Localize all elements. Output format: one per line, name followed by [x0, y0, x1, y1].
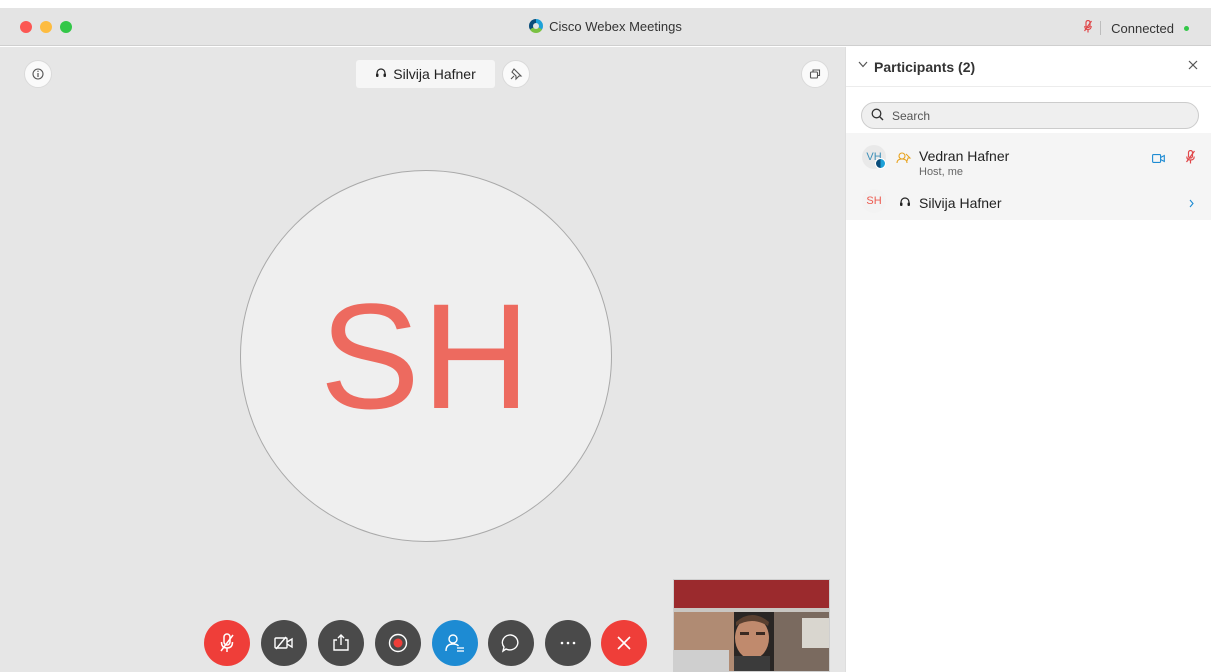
participant-name: Vedran Hafner — [919, 148, 1010, 164]
participants-panel-header: Participants (2) — [846, 47, 1211, 87]
active-speaker-name: Silvija Hafner — [393, 66, 476, 82]
leave-meeting-button[interactable] — [601, 620, 647, 666]
connection-status: Connected — [1084, 19, 1189, 36]
avatar: SH — [862, 189, 886, 213]
participant-search[interactable] — [861, 102, 1199, 129]
mute-button[interactable] — [204, 620, 250, 666]
participant-row[interactable]: SH Silvija Hafner — [846, 183, 1211, 220]
participant-initials: SH — [866, 195, 882, 207]
host-icon — [896, 152, 912, 167]
pin-icon[interactable] — [502, 60, 530, 88]
video-stage: Silvija Hafner SH — [0, 47, 845, 672]
participants-button[interactable] — [432, 620, 478, 666]
search-input[interactable] — [892, 108, 1172, 123]
participants-panel: Participants (2) VH Vedran Hafner — [845, 47, 1211, 672]
webex-window: Cisco Webex Meetings Connected Silvija H… — [0, 0, 1211, 672]
webex-app-badge-icon — [875, 158, 886, 169]
more-options-button[interactable] — [545, 620, 591, 666]
collapse-chevron-icon[interactable] — [858, 59, 868, 71]
participant-row[interactable]: VH Vedran Hafner Host, me — [846, 133, 1211, 183]
app-title: Cisco Webex Meetings — [0, 19, 1211, 34]
headset-icon — [375, 67, 387, 82]
chat-button[interactable] — [488, 620, 534, 666]
search-icon — [871, 108, 884, 124]
connection-status-text: Connected — [1111, 20, 1174, 36]
participant-role: Host, me — [919, 166, 964, 178]
connected-dot-icon — [1184, 25, 1189, 31]
video-icon[interactable] — [1152, 152, 1165, 166]
webex-logo-icon — [529, 19, 544, 33]
title-bar: Cisco Webex Meetings Connected — [0, 8, 1211, 46]
active-speaker-avatar: SH — [240, 170, 612, 542]
info-icon[interactable] — [24, 60, 52, 88]
self-view-video[interactable] — [673, 579, 830, 672]
active-speaker-label: Silvija Hafner — [356, 60, 495, 88]
active-speaker-initials: SH — [319, 272, 533, 440]
stop-video-button[interactable] — [261, 620, 307, 666]
share-button[interactable] — [318, 620, 364, 666]
divider — [1100, 21, 1102, 35]
participants-panel-title: Participants (2) — [874, 59, 976, 75]
layout-icon[interactable] — [801, 60, 829, 88]
headset-icon — [899, 196, 911, 211]
chevron-right-icon[interactable] — [1189, 197, 1194, 211]
close-panel-icon[interactable] — [1188, 57, 1198, 75]
participant-list: VH Vedran Hafner Host, me SH Silvija Haf… — [846, 133, 1211, 220]
participant-name: Silvija Hafner — [919, 195, 1002, 211]
muted-mic-icon — [1084, 19, 1093, 36]
avatar: VH — [862, 145, 886, 169]
muted-mic-icon[interactable] — [1186, 149, 1195, 167]
app-title-text: Cisco Webex Meetings — [549, 19, 682, 34]
record-button[interactable] — [375, 620, 421, 666]
